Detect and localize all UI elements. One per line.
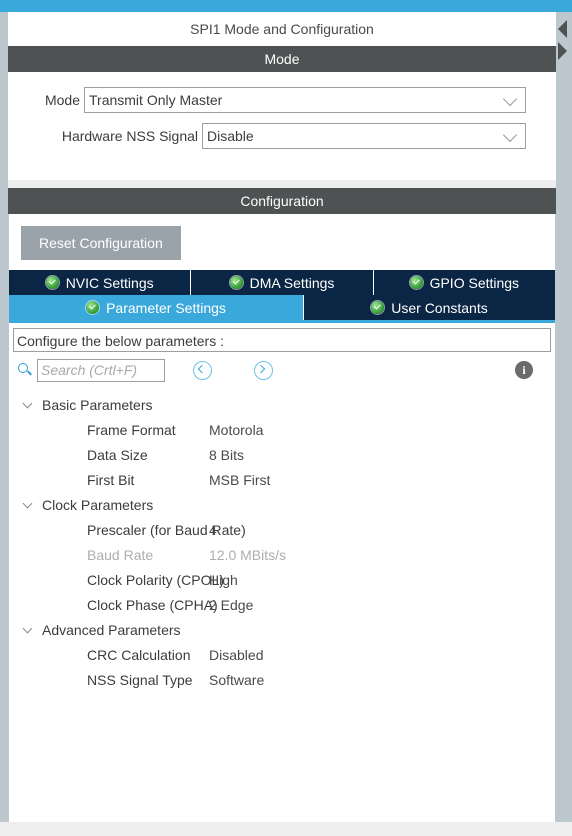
search-next-icon[interactable] — [254, 360, 273, 380]
chevron-down-icon — [502, 127, 518, 143]
tab-parameter-settings[interactable]: Parameter Settings — [9, 295, 304, 320]
parameter-value: 4 — [209, 521, 217, 538]
parameter-name: Clock Phase (CPHA) — [87, 596, 218, 613]
parameter-row[interactable]: Clock Phase (CPHA) 2 Edge — [9, 592, 555, 617]
reset-button-container: Reset Configuration — [9, 214, 555, 270]
check-circle-icon — [229, 276, 243, 289]
check-circle-icon — [86, 301, 100, 314]
check-circle-icon — [45, 276, 59, 289]
tab-dma-settings[interactable]: DMA Settings — [191, 270, 374, 295]
parameter-value: Software — [209, 671, 265, 688]
parameter-tree: Basic Parameters Frame Format Motorola Data… — [9, 388, 555, 826]
tree-group-label: Clock Parameters — [42, 496, 154, 513]
parameter-row[interactable]: Data Size 8 Bits — [9, 442, 555, 467]
tree-group-label: Basic Parameters — [42, 396, 153, 413]
tree-group-header[interactable]: Clock Parameters — [9, 492, 555, 517]
mode-field-label: Mode — [44, 92, 80, 108]
configuration-section-header: Configuration — [8, 188, 556, 214]
search-input[interactable] — [37, 358, 165, 382]
mode-section-body: Mode Transmit Only Master Hardware NSS S… — [8, 72, 556, 180]
hardware-nss-field-row: Hardware NSS Signal Disable — [38, 122, 526, 150]
search-icon — [17, 362, 33, 378]
search-toolbar: i — [9, 352, 555, 388]
hardware-nss-select-value: Disable — [207, 128, 254, 144]
parameter-row[interactable]: NSS Signal Type Software — [9, 667, 555, 692]
parameter-value: 12.0 MBits/s — [209, 546, 287, 563]
parameter-name: Baud Rate — [87, 546, 154, 563]
chevron-down-icon — [23, 624, 34, 635]
tab-label: DMA Settings — [249, 274, 335, 291]
mode-select[interactable]: Transmit Only Master — [84, 87, 526, 113]
parameter-value: MSB First — [209, 471, 271, 488]
mode-field-row: Mode Transmit Only Master — [38, 86, 526, 114]
hardware-nss-select[interactable]: Disable — [202, 123, 526, 149]
tree-group-label: Advanced Parameters — [42, 621, 181, 638]
top-accent-bar — [0, 0, 572, 12]
settings-tab-row-secondary: Parameter Settings User Constants — [9, 295, 555, 320]
parameter-row[interactable]: Frame Format Motorola — [9, 417, 555, 442]
info-icon[interactable]: i — [515, 361, 533, 379]
tab-user-constants[interactable]: User Constants — [304, 295, 555, 320]
mode-select-value: Transmit Only Master — [89, 92, 223, 108]
parameter-name: CRC Calculation — [87, 646, 191, 663]
mode-panel: SPI1 Mode and Configuration Mode Mode Tr… — [8, 12, 556, 180]
parameter-value: 8 Bits — [209, 446, 245, 463]
collapse-left-arrow-icon[interactable] — [558, 20, 567, 38]
tab-label: GPIO Settings — [429, 274, 520, 291]
tab-nvic-settings[interactable]: NVIC Settings — [9, 270, 192, 295]
parameter-row[interactable]: Clock Polarity (CPOL) High — [9, 567, 555, 592]
parameter-row[interactable]: Prescaler (for Baud Rate) 4 — [9, 517, 555, 542]
tab-gpio-settings[interactable]: GPIO Settings — [373, 270, 555, 295]
parameter-row[interactable]: First Bit MSB First — [9, 467, 555, 492]
chevron-down-icon — [23, 399, 34, 410]
parameter-row: Baud Rate 12.0 MBits/s — [9, 542, 555, 567]
right-edge-panel — [556, 12, 572, 836]
parameter-name: Data Size — [87, 446, 148, 463]
parameter-name: Frame Format — [87, 421, 176, 438]
expand-right-arrow-icon[interactable] — [558, 42, 567, 60]
mode-section-header: Mode — [8, 46, 556, 72]
parameter-name: Clock Polarity (CPOL) — [87, 571, 224, 588]
tree-group-header[interactable]: Advanced Parameters — [9, 617, 555, 642]
check-circle-icon — [371, 301, 385, 314]
hardware-nss-field-label: Hardware NSS Signal — [61, 128, 198, 144]
tab-label: Parameter Settings — [106, 299, 226, 316]
parameter-name: Prescaler (for Baud Rate) — [87, 521, 246, 538]
settings-tab-row-primary: NVIC Settings DMA Settings GPIO Settings — [9, 270, 555, 295]
tree-group-header[interactable]: Basic Parameters — [9, 392, 555, 417]
parameter-row[interactable]: CRC Calculation Disabled — [9, 642, 555, 667]
parameter-value: High — [209, 571, 238, 588]
configuration-panel: Configuration Reset Configuration NVIC S… — [8, 188, 556, 826]
chevron-down-icon — [502, 91, 518, 107]
check-circle-icon — [409, 276, 423, 289]
left-gutter — [0, 12, 8, 836]
parameter-name: NSS Signal Type — [87, 671, 193, 688]
parameter-name: First Bit — [87, 471, 135, 488]
configure-hint: Configure the below parameters : — [13, 328, 551, 352]
parameter-value: Motorola — [209, 421, 264, 438]
parameter-value: 2 Edge — [209, 596, 254, 613]
reset-configuration-button[interactable]: Reset Configuration — [21, 226, 181, 260]
active-tab-underline — [9, 320, 555, 323]
page-title: SPI1 Mode and Configuration — [8, 12, 556, 46]
tab-label: NVIC Settings — [65, 274, 154, 291]
configuration-body: Reset Configuration NVIC Settings DMA Set… — [8, 214, 556, 826]
bottom-gutter — [0, 822, 572, 836]
chevron-down-icon — [23, 499, 34, 510]
tab-label: User Constants — [391, 299, 488, 316]
parameter-value: Disabled — [209, 646, 264, 663]
search-previous-icon[interactable] — [193, 360, 212, 380]
